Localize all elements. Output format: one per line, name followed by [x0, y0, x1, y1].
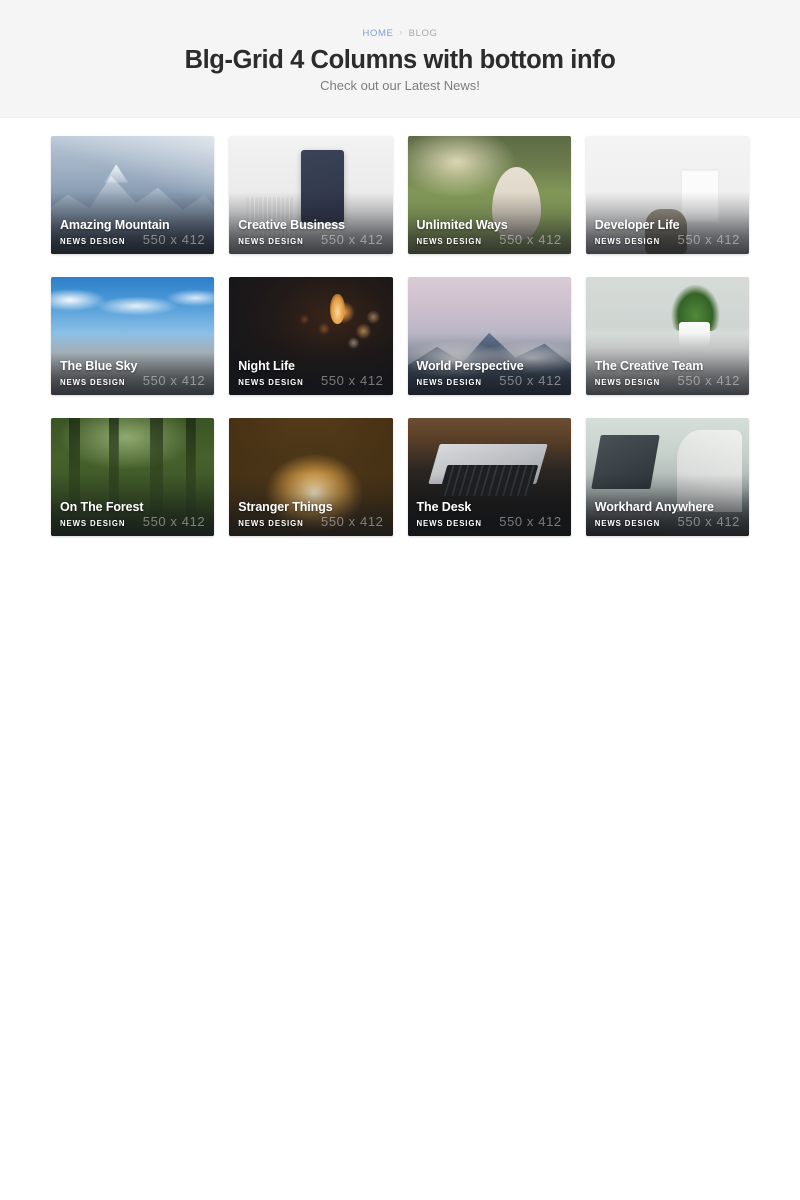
blog-card-category: NEWS DESIGN — [416, 237, 482, 246]
blog-card[interactable]: 550 x 412 On The Forest NEWS DESIGN — [51, 418, 215, 536]
chevron-right-icon: › — [399, 28, 403, 38]
blog-card-category: NEWS DESIGN — [594, 237, 661, 246]
page-title: Blg-Grid 4 Columns with bottom info — [184, 45, 616, 74]
image-size-placeholder: 550 x 412 — [677, 232, 740, 247]
blog-card-title: Creative Business — [238, 218, 345, 232]
blog-card[interactable]: 550 x 412 Developer Life NEWS DESIGN — [585, 136, 749, 254]
image-size-placeholder: 550 x 412 — [142, 373, 206, 388]
blog-card-title: Amazing Mountain — [60, 218, 170, 232]
blog-card-category: NEWS DESIGN — [238, 519, 304, 528]
blog-card[interactable]: 550 x 412 Creative Business NEWS DESIGN — [229, 136, 393, 254]
blog-card-info: Unlimited Ways NEWS DESIGN — [417, 218, 508, 246]
blog-card-info: The Creative Team NEWS DESIGN — [595, 359, 704, 387]
image-size-placeholder: 550 x 412 — [499, 514, 562, 529]
blog-card-category: NEWS DESIGN — [594, 378, 661, 387]
blog-card-info: Developer Life NEWS DESIGN — [595, 218, 680, 246]
breadcrumb-link-home[interactable]: HOME — [363, 28, 394, 39]
blog-card-info: The Desk NEWS DESIGN — [417, 500, 482, 528]
blog-grid: 550 x 412 Amazing Mountain NEWS DESIGN 550 … — [51, 136, 749, 536]
blog-card[interactable]: 550 x 412 The Blue Sky NEWS DESIGN — [51, 277, 215, 395]
blog-card[interactable]: 550 x 412 World Perspective NEWS DESIGN — [407, 277, 571, 395]
blog-card-category: NEWS DESIGN — [238, 237, 304, 246]
blog-card[interactable]: 550 x 412 Workhard Anywhere NEWS DESIGN — [585, 418, 749, 536]
blog-card-category: NEWS DESIGN — [416, 519, 482, 528]
blog-card-info: Amazing Mountain NEWS DESIGN — [60, 218, 170, 246]
blog-card-title: World Perspective — [416, 359, 524, 373]
blog-card-title: Developer Life — [594, 218, 680, 232]
blog-card-category: NEWS DESIGN — [594, 519, 661, 528]
blog-card-info: World Perspective NEWS DESIGN — [417, 359, 524, 387]
blog-card-info: On The Forest NEWS DESIGN — [60, 500, 144, 528]
blog-card[interactable]: 550 x 412 Night Life NEWS DESIGN — [229, 277, 393, 395]
page-subtitle: Check out our Latest News! — [320, 78, 480, 94]
blog-card-category: NEWS DESIGN — [60, 237, 126, 246]
blog-card-title: The Blue Sky — [60, 359, 138, 373]
blog-card-info: Creative Business NEWS DESIGN — [238, 218, 345, 246]
blog-card-info: Night Life NEWS DESIGN — [238, 359, 303, 387]
blog-grid-container: 550 x 412 Amazing Mountain NEWS DESIGN 550 … — [0, 118, 800, 536]
blog-card-category: NEWS DESIGN — [238, 378, 304, 387]
image-size-placeholder: 550 x 412 — [142, 514, 206, 529]
blog-card-title: Unlimited Ways — [416, 218, 508, 232]
blog-card-title: On The Forest — [60, 500, 144, 514]
blog-card-title: Stranger Things — [238, 500, 333, 514]
breadcrumb-current-blog: BLOG — [408, 27, 438, 39]
blog-card-title: Workhard Anywhere — [594, 500, 714, 514]
blog-card[interactable]: 550 x 412 Stranger Things NEWS DESIGN — [229, 418, 393, 536]
blog-card-info: Stranger Things NEWS DESIGN — [238, 500, 332, 528]
blog-card[interactable]: 550 x 412 The Creative Team NEWS DESIGN — [585, 277, 749, 395]
blog-card-title: Night Life — [238, 359, 295, 373]
blog-card[interactable]: 550 x 412 The Desk NEWS DESIGN — [407, 418, 571, 536]
breadcrumb: HOME › BLOG — [363, 28, 438, 39]
blog-card-category: NEWS DESIGN — [60, 519, 126, 528]
blog-card-category: NEWS DESIGN — [60, 378, 126, 387]
blog-card-title: The Creative Team — [594, 359, 704, 373]
page-header: HOME › BLOG Blg-Grid 4 Columns with bott… — [0, 0, 800, 118]
blog-card[interactable]: 550 x 412 Unlimited Ways NEWS DESIGN — [407, 136, 571, 254]
image-size-placeholder: 550 x 412 — [320, 373, 384, 388]
image-size-placeholder: 550 x 412 — [499, 232, 562, 247]
blog-card-info: Workhard Anywhere NEWS DESIGN — [595, 500, 714, 528]
blog-card[interactable]: 550 x 412 Amazing Mountain NEWS DESIGN — [51, 136, 215, 254]
blog-card-category: NEWS DESIGN — [416, 378, 482, 387]
blog-card-info: The Blue Sky NEWS DESIGN — [60, 359, 137, 387]
blog-card-title: The Desk — [416, 500, 472, 514]
